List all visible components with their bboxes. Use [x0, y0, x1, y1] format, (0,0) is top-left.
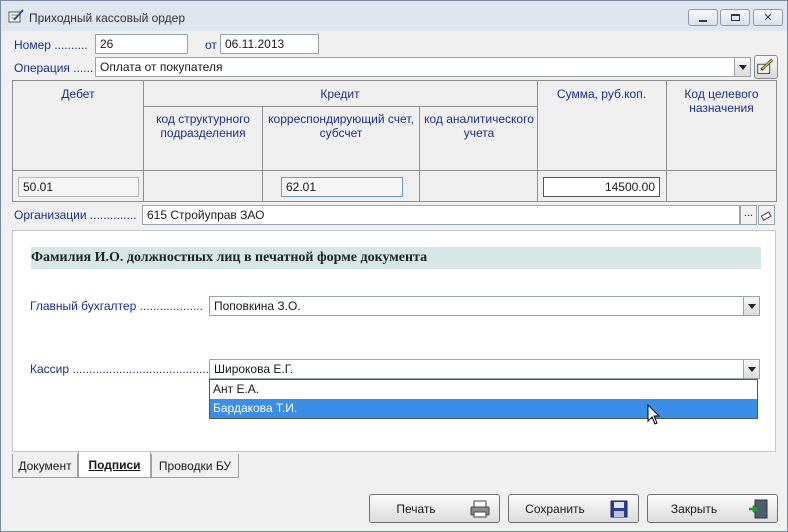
number-field[interactable]: 26 — [95, 34, 188, 54]
corr-account-header: корреспондирующий счет, субсчет — [268, 112, 414, 140]
dropdown-option[interactable]: Ант Е.А. — [210, 380, 757, 399]
chevron-down-icon — [738, 64, 747, 70]
organization-clear-button[interactable] — [758, 205, 775, 225]
close-button[interactable]: Закрыть — [647, 494, 778, 523]
sum-field[interactable]: 14500.00 — [543, 177, 660, 197]
sum-header: Сумма, руб.коп. — [556, 87, 647, 101]
window-title: Приходный кассовый ордер — [29, 11, 186, 25]
chief-accountant-value: Поповкина З.О. — [214, 299, 301, 313]
save-button[interactable]: Сохранить — [508, 494, 639, 523]
pencil-icon — [757, 58, 774, 74]
organization-browse-button[interactable]: ... — [740, 205, 757, 225]
print-button-label: Печать — [396, 502, 436, 516]
tab-document[interactable]: Документ — [12, 454, 78, 478]
number-label: Номер .......... — [14, 38, 88, 52]
operation-edit-button[interactable] — [754, 55, 778, 79]
chevron-down-icon — [747, 303, 756, 309]
organization-field[interactable]: 615 Стройуправ ЗАО — [142, 205, 740, 225]
document-pencil-icon — [8, 9, 24, 23]
tab-postings[interactable]: Проводки БУ — [151, 454, 239, 478]
tab-signatures[interactable]: Подписи — [78, 452, 151, 478]
credit-header: Кредит — [320, 87, 360, 101]
maximize-icon — [730, 14, 740, 21]
debit-field[interactable]: 50.01 — [18, 177, 139, 197]
mouse-cursor-icon — [647, 404, 661, 425]
close-button-label: Закрыть — [670, 502, 718, 516]
chief-accountant-dropdown-button[interactable] — [743, 297, 759, 315]
minimize-icon — [699, 19, 707, 22]
corr-account-field[interactable]: 62.01 — [281, 177, 403, 197]
cashier-dropdown-button[interactable] — [743, 360, 759, 378]
cash-order-window: Приходный кассовый ордер ✕ Номер .......… — [0, 0, 788, 532]
accounting-grid: Дебет Кредит код структурного подразделе… — [12, 80, 777, 202]
ellipsis-icon: ... — [743, 207, 754, 219]
cashier-label: Кассир .................................… — [30, 362, 213, 376]
cashier-select[interactable]: Широкова Е.Г. — [209, 359, 760, 379]
save-button-label: Сохранить — [525, 502, 585, 516]
title-bar: Приходный кассовый ордер ✕ — [1, 1, 787, 31]
dropdown-option-selected[interactable]: Бардакова Т.И. — [210, 399, 757, 418]
date-label: от — [205, 38, 217, 52]
analytic-code-header: код аналитического учета — [424, 112, 534, 140]
minimize-button[interactable] — [688, 9, 718, 26]
chevron-down-icon — [747, 366, 756, 372]
operation-select[interactable]: Оплата от покупателя — [95, 57, 751, 77]
printer-icon — [470, 500, 490, 518]
section-title: Фамилия И.О. должностных лиц в печатной … — [31, 247, 761, 269]
operation-value: Оплата от покупателя — [100, 60, 223, 74]
maximize-button[interactable] — [720, 9, 750, 26]
chief-accountant-select[interactable]: Поповкина З.О. — [209, 296, 760, 316]
cashier-value: Широкова Е.Г. — [214, 362, 294, 376]
floppy-disk-icon — [610, 500, 628, 518]
operation-label: Операция ...... — [14, 61, 94, 75]
date-field[interactable]: 06.11.2013 — [220, 34, 319, 54]
close-window-button[interactable]: ✕ — [753, 9, 783, 26]
debit-header: Дебет — [61, 87, 95, 101]
cashier-dropdown-list: Ант Е.А. Бардакова Т.И. — [209, 379, 758, 419]
close-icon: ✕ — [763, 12, 773, 24]
chief-accountant-label: Главный бухгалтер ................... — [30, 299, 203, 313]
eraser-icon — [760, 211, 772, 221]
exit-door-icon — [749, 499, 768, 519]
purpose-code-header: Код целевого назначения — [684, 87, 759, 115]
struct-unit-header: код структурного подразделения — [156, 112, 250, 140]
organization-label: Организации .............. — [14, 208, 137, 222]
operation-dropdown-button[interactable] — [734, 58, 750, 76]
print-button[interactable]: Печать — [369, 494, 500, 523]
